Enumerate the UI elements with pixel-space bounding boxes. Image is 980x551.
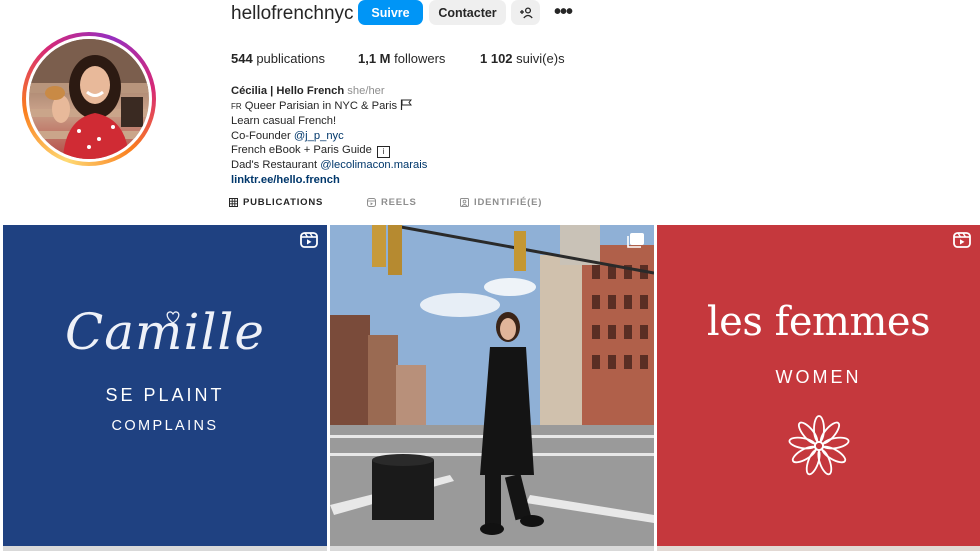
tab-reels[interactable]: REELS [367,197,417,208]
avatar-border [26,36,152,162]
grid-icon [229,198,238,207]
follow-button[interactable]: Suivre [358,0,423,25]
stat-followers[interactable]: 1,1 M followers [358,51,445,66]
post-subtitle-en: COMPLAINS [111,418,219,434]
suggest-user-button[interactable] [511,0,540,25]
multiple-photos-icon [627,233,644,248]
post-subtitle-women: WOMEN [775,367,862,387]
reels-icon [367,198,376,207]
mention-link-restaurant[interactable]: @lecolimacon.marais [320,159,427,171]
contact-button[interactable]: Contacter [429,0,506,25]
flower-icon [788,415,850,476]
post-tile[interactable]: les femmes WOMEN [657,225,980,546]
more-options-icon[interactable]: ••• [551,1,575,23]
bio-line-4: French eBook + Paris Guide [231,144,372,157]
tagged-icon [460,198,469,207]
post-title-les-femmes: les femmes [706,299,931,345]
posts-count: 544 [231,51,253,66]
post-tile[interactable]: Camille SE PLAINT COMPLAINS [3,225,327,546]
tab-reels-label: REELS [381,197,417,208]
fr-flag-label: FR [231,101,242,111]
next-row-divider [330,546,654,551]
avatar-photo [29,39,149,159]
followers-label: followers [394,51,446,66]
info-box-icon: i [376,146,390,159]
post-subtitle-fr: SE PLAINT [105,385,225,405]
tab-tagged[interactable]: IDENTIFIÉ(E) [460,197,542,208]
bio-line-2: Learn casual French! [231,115,337,128]
followers-count: 1,1 M [358,51,391,66]
bio-line-1: Queer Parisian in NYC & Paris [244,99,398,112]
tab-publications-label: PUBLICATIONS [243,197,324,208]
flag-icon [401,99,413,110]
avatar[interactable] [29,39,149,159]
bio-line-5-text: Dad's Restaurant [231,159,318,172]
profile-pronouns: she/her [347,85,385,97]
heart-icon [166,311,180,324]
posts-label: publications [256,51,325,66]
profile-username: hellofrenchnyc [231,3,354,24]
tab-tagged-label: IDENTIFIÉ(E) [474,197,543,208]
post-tile[interactable] [330,225,654,546]
post-photo-street [330,225,654,546]
next-row-divider [3,546,327,551]
stat-posts[interactable]: 544 publications [231,51,325,66]
profile-bio: Cécilia | Hello French she/her FR Queer … [231,84,427,188]
next-row-divider [657,546,980,551]
profile-avatar-ring[interactable] [22,32,156,166]
following-count: 1 102 [480,51,513,66]
reel-indicator-icon [300,232,318,248]
mention-link-jpnyc[interactable]: @j_p_nyc [294,130,344,142]
bio-external-link[interactable]: linktr.ee/hello.french [231,173,427,188]
tab-publications[interactable]: PUBLICATIONS [229,197,323,208]
reel-indicator-icon [953,232,971,248]
add-user-icon [519,6,533,18]
profile-full-name: Cécilia | Hello French [231,85,345,97]
stat-following[interactable]: 1 102 suivi(e)s [480,51,565,66]
following-label: suivi(e)s [516,51,565,66]
bio-line-3-text: Co-Founder [231,129,291,142]
